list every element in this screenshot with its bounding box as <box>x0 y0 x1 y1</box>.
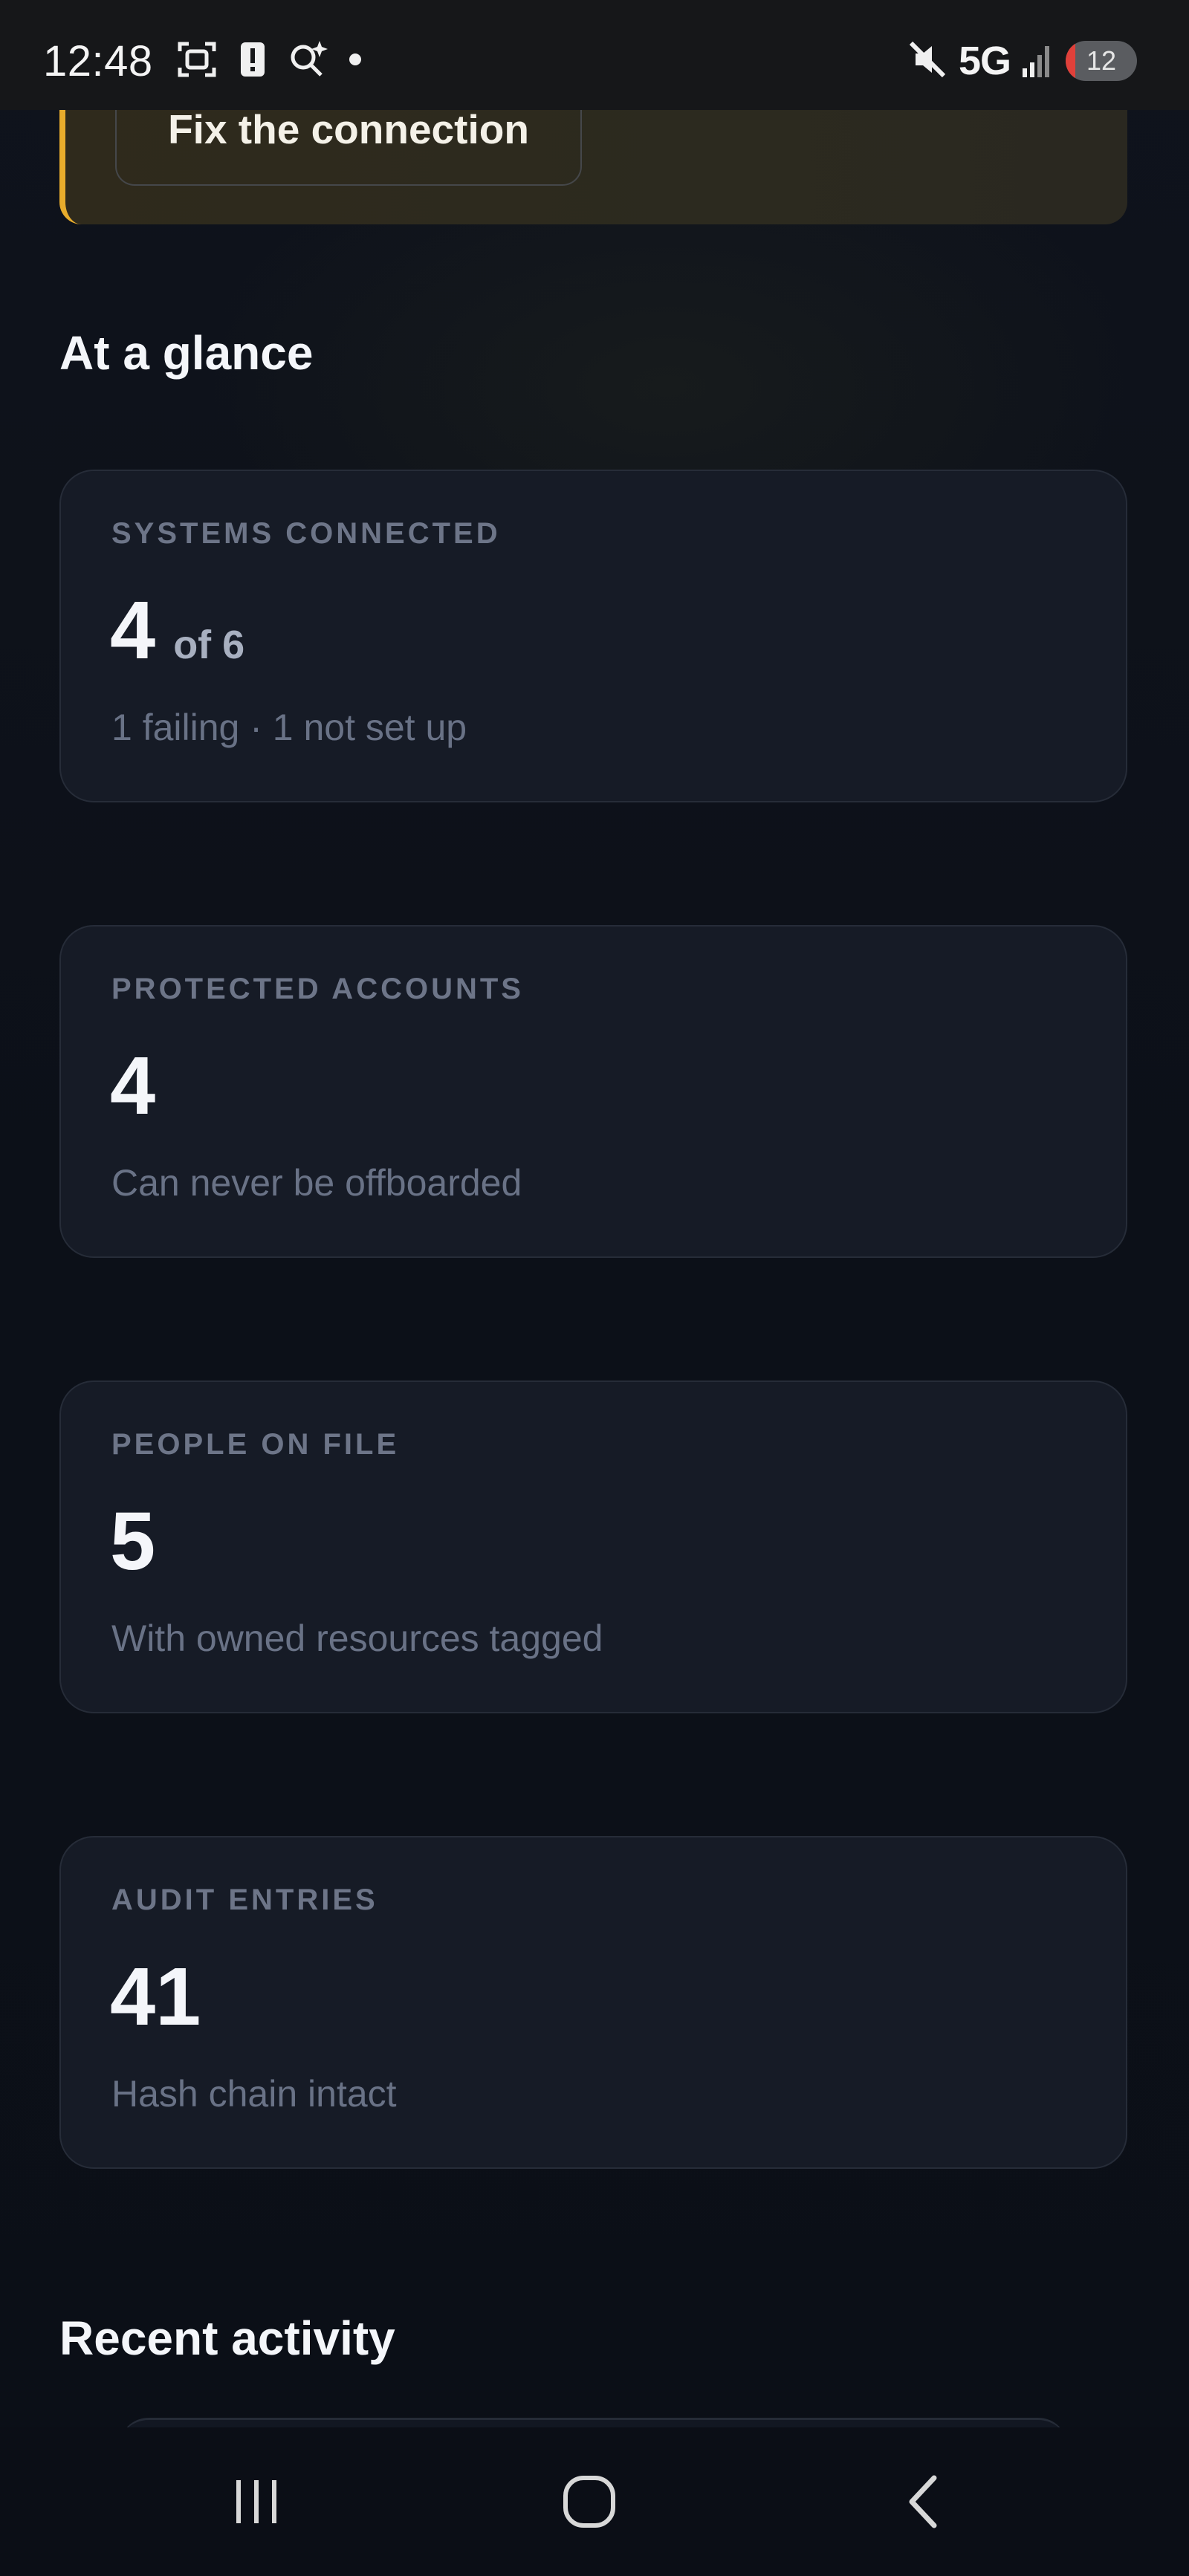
stat-subtext: 1 failing · 1 not set up <box>111 707 467 748</box>
screenshot-icon <box>175 38 218 85</box>
stat-label: SYSTEMS CONNECTED <box>111 517 501 550</box>
people-on-file-card[interactable]: PEOPLE ON FILE 5 With owned resources ta… <box>59 1381 1127 1713</box>
alert-icon <box>238 38 268 85</box>
stat-subtext: Can never be offboarded <box>111 1162 522 1204</box>
stat-label: AUDIT ENTRIES <box>111 1884 378 1916</box>
mute-icon <box>907 39 948 84</box>
stat-label: PROTECTED ACCOUNTS <box>111 973 524 1005</box>
stat-suffix: of 6 <box>173 623 245 667</box>
stat-value: 41 <box>110 1951 201 2043</box>
battery-level: 12 <box>1086 45 1117 76</box>
stat-value-row: 5 <box>110 1501 155 1583</box>
recent-activity-heading: Recent activity <box>59 2311 395 2365</box>
recent-apps-icon[interactable] <box>197 2450 316 2554</box>
stat-value-row: 41 <box>110 1956 201 2038</box>
stat-value-row: 4 <box>110 1045 155 1127</box>
stat-subtext: Hash chain intact <box>111 2073 397 2115</box>
battery-icon: 12 <box>1066 41 1137 81</box>
stat-label: PEOPLE ON FILE <box>111 1428 400 1461</box>
stat-subtext: With owned resources tagged <box>111 1618 603 1659</box>
at-a-glance-heading: At a glance <box>59 326 314 380</box>
protected-accounts-card[interactable]: PROTECTED ACCOUNTS 4 Can never be offboa… <box>59 925 1127 1258</box>
stat-value-row: 4 of 6 <box>110 590 244 672</box>
notification-dot-icon <box>348 52 363 71</box>
clock: 12:48 <box>43 36 153 85</box>
stat-value: 4 <box>110 1040 156 1132</box>
back-icon[interactable] <box>864 2450 983 2554</box>
signal-icon <box>1021 40 1055 82</box>
screen: 12:48 5G 12 Fix the connection At a glan… <box>0 0 1189 2576</box>
status-left: 12:48 <box>43 31 363 91</box>
stat-value: 4 <box>110 585 156 676</box>
systems-connected-card[interactable]: SYSTEMS CONNECTED 4 of 6 1 failing · 1 n… <box>59 470 1127 802</box>
network-label: 5G <box>958 39 1011 83</box>
stat-value: 5 <box>110 1496 156 1587</box>
search-sparkle-icon <box>287 38 328 85</box>
home-icon[interactable] <box>530 2450 649 2554</box>
system-nav-bar <box>0 2427 1189 2576</box>
status-right: 5G 12 <box>907 31 1137 91</box>
audit-entries-card[interactable]: AUDIT ENTRIES 41 Hash chain intact <box>59 1836 1127 2169</box>
battery-fill <box>1066 41 1076 81</box>
status-bar: 12:48 5G 12 <box>0 0 1189 110</box>
